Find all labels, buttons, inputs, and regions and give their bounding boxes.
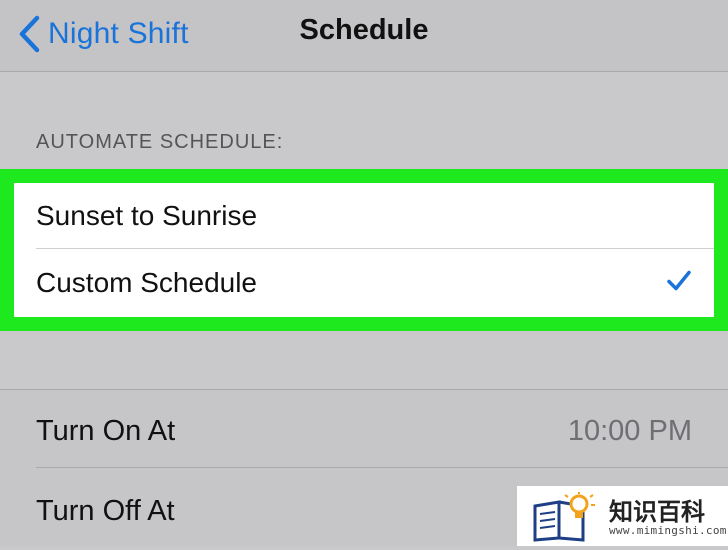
watermark-url: www.mimingshi.com bbox=[609, 524, 727, 537]
checkmark-icon bbox=[666, 270, 692, 297]
option-label: Custom Schedule bbox=[36, 267, 258, 298]
turn-on-at-value: 10:00 PM bbox=[567, 414, 692, 447]
option-sunset-to-sunrise[interactable]: Sunset to Sunrise bbox=[14, 183, 714, 249]
page-title: Schedule bbox=[299, 14, 429, 46]
option-label: Sunset to Sunrise bbox=[36, 200, 258, 231]
turn-on-at-row[interactable]: Turn On At 10:00 PM bbox=[0, 392, 728, 470]
turn-off-at-label: Turn Off At bbox=[36, 494, 175, 527]
option-custom-schedule[interactable]: Custom Schedule bbox=[14, 249, 714, 317]
watermark: 知识百科 www.mimingshi.com bbox=[517, 486, 728, 546]
navigation-bar: Night Shift Schedule bbox=[0, 0, 728, 72]
divider bbox=[36, 467, 728, 468]
turn-on-at-label: Turn On At bbox=[36, 414, 176, 447]
book-lightbulb-icon bbox=[529, 492, 601, 547]
automate-options-group: Sunset to Sunrise Custom Schedule bbox=[14, 183, 714, 317]
section-header-automate: AUTOMATE SCHEDULE: bbox=[36, 131, 284, 153]
watermark-title: 知识百科 bbox=[609, 498, 705, 526]
